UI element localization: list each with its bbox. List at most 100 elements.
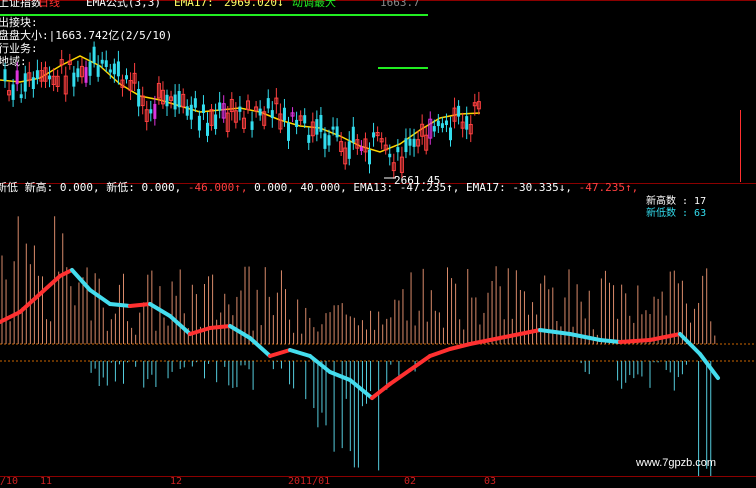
candle-down [412, 138, 416, 147]
candle-down [327, 135, 331, 146]
candle-down [149, 109, 153, 114]
candle-down [104, 60, 108, 67]
candle-down [315, 119, 319, 135]
time-axis: /10 11 12 2011/01 02 03 [0, 476, 756, 488]
ema-curve-segment [448, 342, 472, 351]
ema-curve-segment [388, 368, 412, 386]
header-part-3: -46.000↑, [187, 181, 248, 194]
candle-down [214, 114, 218, 130]
ema-curve-segment [428, 347, 452, 358]
candle-down [440, 123, 444, 128]
candle-down [359, 146, 363, 151]
candle-down [347, 141, 351, 159]
axis-label-jan: 2011/01 [288, 476, 331, 487]
candle-down [185, 106, 189, 116]
candle-down [457, 105, 461, 117]
header-part-2: 新低: 0.000, [106, 181, 182, 194]
candle-down [266, 98, 270, 109]
candle-down [206, 122, 209, 136]
candle-down [23, 73, 27, 92]
candle-down [112, 63, 116, 75]
ema-curve-segment [58, 268, 74, 278]
axis-label-feb: 02 [404, 476, 417, 487]
indicator-header: 新低 新高: 0.000, 新低: 0.000, -46.000↑, 0.000… [0, 181, 638, 194]
candle-down [295, 119, 299, 128]
candle-down [84, 67, 88, 83]
candle-down [193, 98, 197, 108]
candle-down [31, 77, 35, 90]
candle-down [258, 108, 262, 116]
candle-down [408, 138, 412, 146]
candle-down [287, 122, 290, 141]
candle-down [177, 90, 181, 108]
candle-down [72, 72, 76, 87]
ema-curve-segment [348, 378, 374, 400]
axis-label-dec: 12 [170, 476, 183, 487]
candle-down [396, 147, 400, 153]
candle-down [319, 114, 323, 132]
candle-down [449, 127, 452, 141]
candle-down [19, 94, 23, 99]
candle-down [436, 120, 440, 127]
axis-label-oct: /10 [0, 476, 19, 487]
candle-down [35, 70, 39, 79]
price-panel[interactable]: 上证指数 日线 EMA公式(3,3) EMA17: 2969.020↓ 动调最大… [0, 0, 756, 187]
candle-down [372, 132, 376, 138]
ema-curve-segment [468, 338, 492, 346]
axis-label-nov: 11 [40, 476, 53, 487]
candle-down [201, 104, 205, 114]
ema-curve-segment [248, 336, 272, 358]
header-part-5: EMA13: -47.235↑, [353, 181, 460, 194]
watermark: www.7gpzb.com [636, 457, 717, 469]
candle-down [250, 121, 254, 130]
candle-down [270, 110, 274, 118]
candle-down [368, 149, 371, 165]
candle-down [432, 126, 436, 132]
candle-down [189, 104, 193, 120]
candle-down [165, 94, 169, 107]
indicator-panel[interactable] [0, 194, 756, 476]
ema-curve-segment [618, 338, 652, 344]
candle-down [96, 65, 100, 77]
candle-down [15, 70, 19, 85]
candle-down [238, 106, 242, 112]
candle-down [88, 61, 92, 76]
indicator-chart[interactable] [0, 194, 756, 476]
ema-curve-segment [208, 324, 232, 330]
ema-curve-segment [268, 348, 292, 358]
candle-down [137, 88, 141, 107]
candle-down [282, 107, 286, 121]
header-part-4: 0.000, 40.000, [254, 181, 347, 194]
candle-down [323, 133, 327, 149]
candle-down [3, 69, 7, 82]
ema-curve-segment [698, 352, 720, 380]
candle-down [307, 134, 311, 143]
header-part-7: -47.235↑, [578, 181, 639, 194]
ema-curve-segment [108, 302, 132, 308]
candle-down [76, 68, 80, 78]
ema-curve-segment [308, 354, 332, 374]
candle-down [108, 69, 112, 73]
ema-curve-segment [88, 288, 112, 306]
ema-curve-segment [598, 338, 622, 344]
ema-curve-segment [0, 310, 22, 324]
candle-down [173, 94, 177, 110]
candle-down [11, 84, 15, 100]
header-part-6: EMA17: -30.335↓, [466, 181, 572, 194]
ema-curve-segment [288, 348, 312, 358]
candle-down [303, 115, 307, 124]
candle-down [351, 126, 355, 143]
axis-label-mar: 03 [484, 476, 497, 487]
ema-curve-segment [128, 302, 152, 308]
ema-curve-segment [508, 328, 542, 338]
ema-curve-segment [488, 334, 512, 342]
candlestick-chart[interactable] [0, 0, 756, 182]
candle-down [465, 116, 469, 130]
candle-down [404, 138, 408, 153]
candle-down [218, 102, 222, 111]
candle-down [388, 153, 392, 158]
ema-curve-segment [328, 370, 352, 382]
candle-down [444, 120, 448, 126]
candle-down [116, 61, 120, 77]
ema-curve-segment [408, 354, 432, 372]
